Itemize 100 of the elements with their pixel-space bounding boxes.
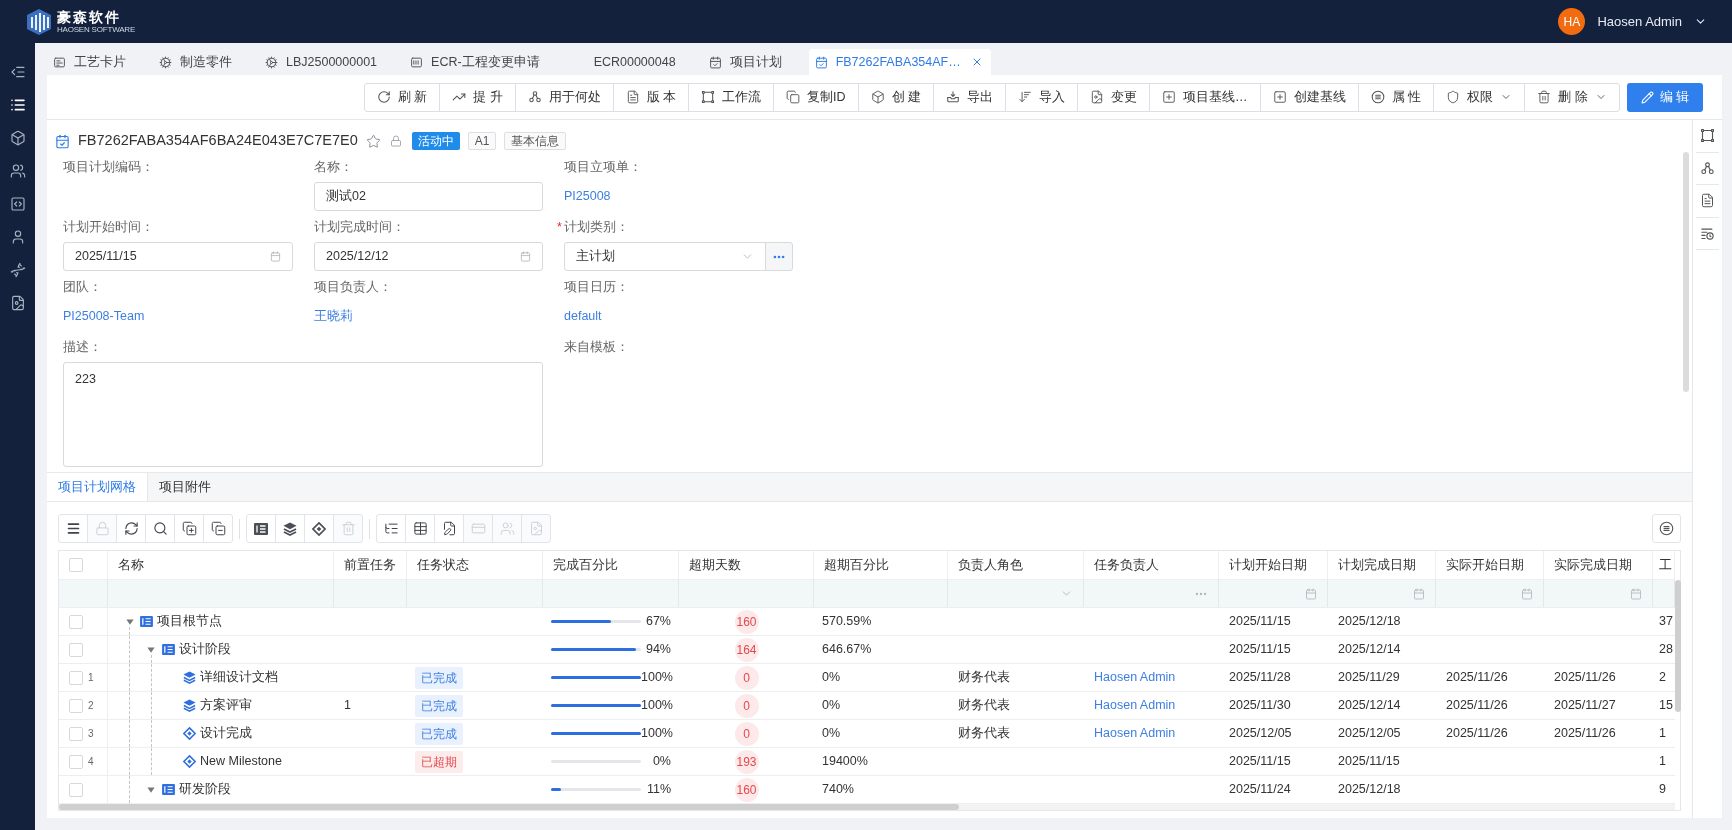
field-label: 计划完成时间：: [314, 219, 405, 236]
scrollbar-thumb[interactable]: [1683, 152, 1689, 392]
column-header[interactable]: 计划开始日期: [1219, 551, 1328, 579]
toolbar-button[interactable]: 导出: [933, 82, 1007, 112]
tray-download-icon: [946, 90, 961, 104]
checkbox[interactable]: [69, 670, 83, 685]
column-header[interactable]: 工: [1653, 551, 1675, 579]
column-header[interactable]: 实际完成日期: [1544, 551, 1653, 579]
select-field[interactable]: 主计划: [564, 242, 766, 271]
tab[interactable]: 工艺卡片: [47, 49, 153, 75]
toolbar-button[interactable]: 创建基线: [1259, 82, 1359, 112]
textarea-field[interactable]: 223: [63, 362, 543, 467]
toolbar-button[interactable]: [174, 514, 204, 543]
toolbar-button[interactable]: 用于何处: [514, 82, 614, 112]
checkbox[interactable]: [69, 754, 83, 769]
column-header[interactable]: 超期百分比: [814, 551, 948, 579]
toolbar-button[interactable]: 变更: [1077, 82, 1151, 112]
checkbox[interactable]: [69, 642, 83, 657]
tab[interactable]: LBJ2500000001: [259, 49, 405, 75]
info-tag[interactable]: 基本信息: [504, 132, 567, 150]
list-button[interactable]: [1652, 514, 1681, 543]
column-header[interactable]: 超期天数: [679, 551, 814, 579]
list-clock-icon[interactable]: [1700, 225, 1715, 241]
calendar-icon: [1305, 587, 1317, 600]
column-header[interactable]: 完成百分比: [543, 551, 679, 579]
tab[interactable]: 项目附件: [148, 473, 222, 501]
owner-link[interactable]: Haosen Admin: [1094, 696, 1176, 715]
link[interactable]: PI25008: [564, 187, 611, 206]
edit-button[interactable]: 编 辑: [1626, 82, 1703, 112]
overdue-days-badge: 160: [734, 777, 759, 802]
overdue-days-badge: 0: [734, 693, 759, 718]
frame-icon[interactable]: [1700, 128, 1715, 144]
status-badge: 已完成: [415, 694, 463, 717]
toolbar-button[interactable]: [275, 514, 305, 543]
checkbox[interactable]: [69, 614, 83, 629]
table-cell-text: 2025/11/29: [1337, 669, 1401, 687]
column-header[interactable]: 前置任务: [334, 551, 407, 579]
toolbar-button[interactable]: [304, 514, 334, 543]
owner-link[interactable]: Haosen Admin: [1094, 724, 1176, 743]
text-card-icon: [53, 55, 66, 69]
scrollbar-thumb[interactable]: [59, 804, 959, 810]
toolbar-button[interactable]: 权限: [1433, 82, 1526, 112]
column-header[interactable]: 计划完成日期: [1328, 551, 1436, 579]
toolbar-button[interactable]: 导入: [1005, 82, 1079, 112]
link[interactable]: default: [564, 307, 602, 326]
image-file-icon: [9, 294, 26, 311]
column-header[interactable]: 负责人角色: [948, 551, 1084, 579]
date-field[interactable]: 2025/11/15: [63, 242, 293, 271]
toolbar-button[interactable]: [203, 514, 233, 543]
checkbox[interactable]: [69, 698, 83, 713]
tab[interactable]: ECR-工程变更申请: [404, 49, 567, 75]
caret-icon[interactable]: [147, 785, 155, 794]
caret-icon[interactable]: [147, 645, 155, 654]
status-badge: 已超期: [415, 750, 463, 773]
table-cell-text: 37: [1658, 613, 1674, 631]
toolbar-button[interactable]: [116, 514, 146, 543]
checkbox[interactable]: [69, 726, 83, 741]
star-icon[interactable]: [365, 133, 381, 149]
caret-icon[interactable]: [125, 617, 134, 626]
toolbar-button[interactable]: [145, 514, 175, 543]
toolbar-button[interactable]: 删 除: [1524, 82, 1620, 112]
column-header[interactable]: 任务状态: [407, 551, 543, 579]
checkbox[interactable]: [69, 558, 83, 572]
column-header[interactable]: 名称: [108, 551, 334, 579]
owner-link[interactable]: Haosen Admin: [1094, 668, 1176, 687]
toolbar-button[interactable]: 刷 新: [363, 82, 441, 112]
status-tag: 活动中: [411, 132, 460, 150]
diamond-icon: [183, 755, 196, 768]
toolbar-button[interactable]: [434, 514, 464, 543]
tab[interactable]: 制造零件: [153, 49, 259, 75]
toolbar-button[interactable]: [405, 514, 435, 543]
link[interactable]: PI25008-Team: [63, 307, 145, 326]
tab[interactable]: ECR00000048: [566, 49, 703, 75]
toolbar-button[interactable]: 复制ID: [773, 82, 859, 112]
toolbar-button[interactable]: 提 升: [439, 82, 516, 112]
document-icon[interactable]: [1700, 193, 1715, 209]
toolbar-button[interactable]: 版 本: [612, 82, 690, 112]
column-header[interactable]: 实际开始日期: [1436, 551, 1544, 579]
scrollbar-thumb[interactable]: [1675, 580, 1681, 712]
toolbar-button[interactable]: 工作流: [688, 82, 775, 112]
tab[interactable]: FB7262FABA354AF…: [808, 49, 991, 75]
checkbox[interactable]: [69, 782, 83, 797]
nodes-icon[interactable]: [1700, 160, 1715, 176]
toolbar-button[interactable]: 属 性: [1357, 82, 1435, 112]
toolbar-button[interactable]: [246, 514, 276, 543]
date-field[interactable]: 2025/12/12: [314, 242, 543, 271]
scrollbar-track[interactable]: [59, 804, 1675, 810]
user-name[interactable]: Haosen Admin: [1597, 11, 1682, 32]
trash-icon: [1537, 90, 1552, 104]
toolbar-button[interactable]: [58, 514, 88, 543]
input-field[interactable]: 测试02: [314, 182, 543, 211]
link[interactable]: 王晓莉: [314, 307, 353, 326]
toolbar-button[interactable]: 创 建: [857, 82, 935, 112]
calendar-check-icon: [708, 55, 722, 69]
toolbar-button[interactable]: 项目基线…: [1149, 82, 1261, 112]
tab[interactable]: 项目计划网格: [47, 473, 148, 501]
more-button[interactable]: [765, 242, 793, 271]
square-plus-icon: [1272, 90, 1287, 104]
tab[interactable]: 项目计划: [702, 49, 809, 75]
column-header[interactable]: 任务负责人: [1084, 551, 1219, 579]
